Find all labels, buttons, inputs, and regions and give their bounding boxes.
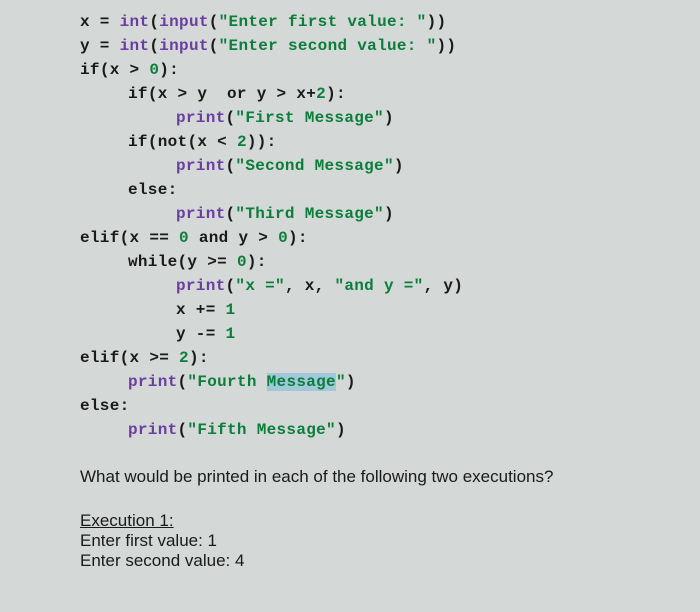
code-line: else:	[80, 178, 680, 202]
execution-input: Enter first value: 1	[80, 531, 680, 551]
question-block: What would be printed in each of the fol…	[0, 447, 700, 571]
execution-input: Enter second value: 4	[80, 551, 680, 571]
execution-label: Execution 1:	[80, 511, 174, 530]
code-line: print("x =", x, "and y =", y)	[80, 274, 680, 298]
code-block: x = int(input("Enter first value: ")) y …	[0, 0, 700, 447]
code-line: print("Third Message")	[80, 202, 680, 226]
code-line: if(x > 0):	[80, 58, 680, 82]
code-line: else:	[80, 394, 680, 418]
code-line: if(x > y or y > x+2):	[80, 82, 680, 106]
code-line: while(y >= 0):	[80, 250, 680, 274]
code-line: print("Second Message")	[80, 154, 680, 178]
code-line: print("Fifth Message")	[80, 418, 680, 442]
code-line: x += 1	[80, 298, 680, 322]
code-line: y -= 1	[80, 322, 680, 346]
code-line: print("Fourth Message")	[80, 370, 680, 394]
code-line: y = int(input("Enter second value: "))	[80, 34, 680, 58]
code-line: x = int(input("Enter first value: "))	[80, 10, 680, 34]
question-prompt: What would be printed in each of the fol…	[80, 467, 680, 487]
code-line: if(not(x < 2)):	[80, 130, 680, 154]
execution-section: Execution 1: Enter first value: 1 Enter …	[80, 511, 680, 571]
code-line: elif(x == 0 and y > 0):	[80, 226, 680, 250]
code-line: print("First Message")	[80, 106, 680, 130]
code-line: elif(x >= 2):	[80, 346, 680, 370]
